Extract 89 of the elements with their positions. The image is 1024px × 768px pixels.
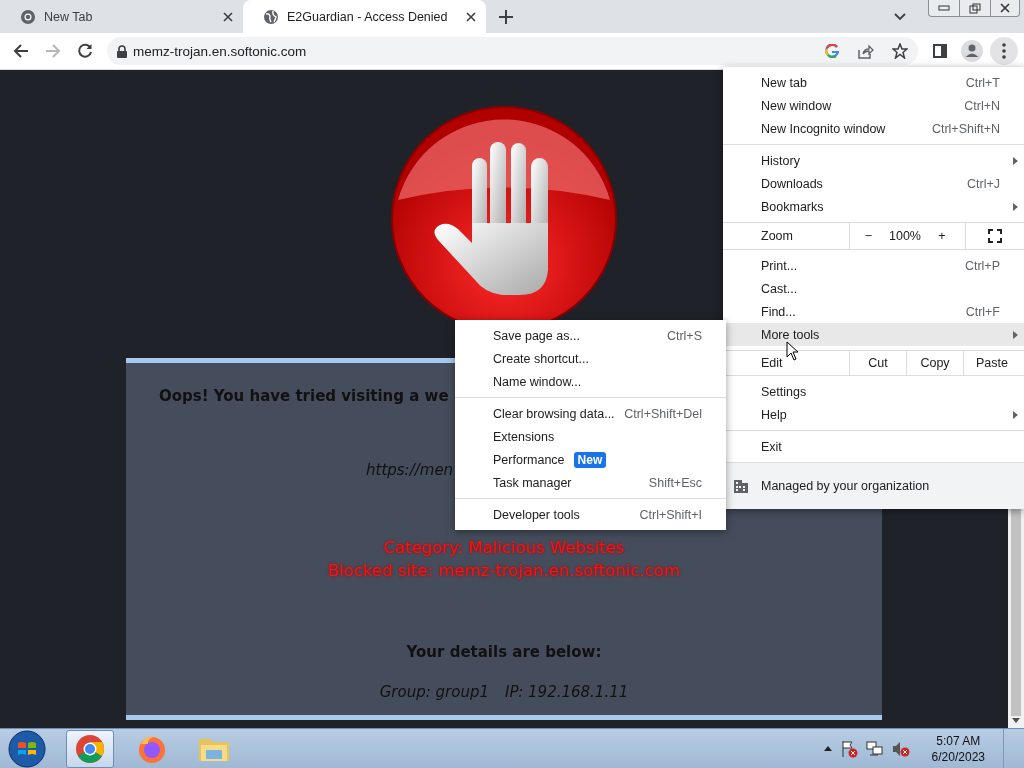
menu-item[interactable]: Performance New [455,448,726,471]
kebab-menu-icon [1002,43,1006,59]
google-g-icon [825,44,839,58]
flag-icon[interactable] [839,739,858,758]
taskbar-app[interactable] [66,729,114,768]
cursor-icon [786,341,799,361]
restore-icon [969,2,981,14]
managed-label: Managed by your organization [761,479,930,493]
menu-item[interactable]: New tab Ctrl+T [723,71,1024,94]
browser-tab[interactable]: E2Guardian - Access Denied [243,0,486,33]
close-icon[interactable] [466,11,476,22]
keyboard-shortcut: Ctrl+Shift+I [639,507,702,522]
date-text: 6/20/2023 [931,748,985,765]
zoom-out-button[interactable]: − [849,223,887,249]
building-icon [733,478,749,494]
managed-banner[interactable]: Managed by your organization [723,463,1024,509]
arrow-left-icon [13,43,29,59]
chrome-icon [75,733,105,764]
side-panel-icon [933,44,947,58]
plus-icon [499,10,513,24]
menu-item[interactable]: New window Ctrl+N [723,94,1024,117]
menu-item[interactable]: Help [723,403,1024,426]
menu-item[interactable]: Save page as... Ctrl+S [455,324,726,347]
close-icon [999,3,1011,13]
keyboard-shortcut: Ctrl+P [964,258,1000,273]
menu-item[interactable]: Settings [723,380,1024,403]
menu-item[interactable]: Cast... [723,277,1024,300]
tab-title: E2Guardian - Access Denied [287,9,449,24]
keyboard-shortcut: Ctrl+S [666,328,702,343]
keyboard-shortcut: Ctrl+F [965,304,1000,319]
chevron-down-icon [894,13,906,21]
menu-item[interactable]: Name window... [455,370,726,393]
menu-item[interactable]: Find... Ctrl+F [723,300,1024,323]
keyboard-shortcut: Ctrl+Shift+N [931,121,1000,136]
group-text: Group: group1 [379,683,489,701]
show-hidden-icons[interactable] [823,746,832,751]
profile-button[interactable] [958,37,986,65]
url-text: memz-trojan.en.softonic.com [133,43,308,59]
menu-item[interactable]: Clear browsing data... Ctrl+Shift+Del [455,402,726,425]
details-heading: Your details are below: [406,643,602,661]
menu-button[interactable] [990,37,1018,65]
clock[interactable]: 5:07 AM 6/20/2023 [931,732,985,765]
menu-item[interactable]: New Incognito window Ctrl+Shift+N [723,117,1024,140]
page-heading: Oops! You have tried visiting a we [159,387,449,405]
tab-title: New Tab [44,9,94,24]
fullscreen-icon [988,229,1002,243]
category-text: Category: Malicious Websites [383,538,625,557]
menu-item[interactable]: Downloads Ctrl+J [723,172,1024,195]
edit-action-button[interactable]: Paste [963,351,1020,375]
time-text: 5:07 AM [936,732,981,749]
menu-item[interactable]: Exit [723,435,1024,458]
menu-item[interactable]: Print... Ctrl+P [723,254,1024,277]
scroll-down-icon[interactable] [1012,718,1020,723]
browser-tab[interactable]: New Tab [0,0,243,33]
chrome-icon [20,8,36,25]
reload-icon [77,43,93,59]
blocked-url: https://men [366,461,454,479]
edit-action-button[interactable]: Cut [849,351,906,375]
globe-icon [263,8,279,25]
menu-item[interactable]: Extensions [455,425,726,448]
blocked-site-text: Blocked site: memz-trojan.en.softonic.com [327,561,680,580]
lock-icon [117,44,127,58]
zoom-level: 100% [888,229,922,243]
share-icon [858,43,874,59]
keyboard-shortcut: Ctrl+Shift+Del [624,406,702,421]
address-bar[interactable]: memz-trojan.en.softonic.com [107,37,918,65]
menu-item[interactable]: Developer tools Ctrl+Shift+I [455,503,726,526]
person-icon [961,40,983,62]
network-icon[interactable] [865,739,884,758]
zoom-in-button[interactable]: + [923,223,961,249]
keyboard-shortcut: Ctrl+T [965,75,1000,90]
keyboard-shortcut: Ctrl+N [964,98,1000,113]
menu-item[interactable]: Bookmarks [723,195,1024,218]
new-badge: New [573,451,607,468]
menu-item[interactable]: Create shortcut... [455,347,726,370]
arrow-right-icon [45,43,61,59]
ip-text: IP: 192.168.1.11 [505,683,629,701]
keyboard-shortcut: Ctrl+J [967,176,1000,191]
start-button[interactable] [8,729,46,768]
close-icon[interactable] [223,11,233,22]
edit-action-button[interactable]: Copy [906,351,963,375]
menu-item[interactable]: Task manager Shift+Esc [455,471,726,494]
star-icon [892,43,908,59]
menu-item[interactable]: History [723,149,1024,172]
minimize-icon [938,5,950,11]
keyboard-shortcut: Shift+Esc [648,475,702,490]
menu-item[interactable]: More tools [723,323,1024,346]
zoom-label: Zoom [760,229,794,243]
edit-label: Edit [760,356,784,370]
